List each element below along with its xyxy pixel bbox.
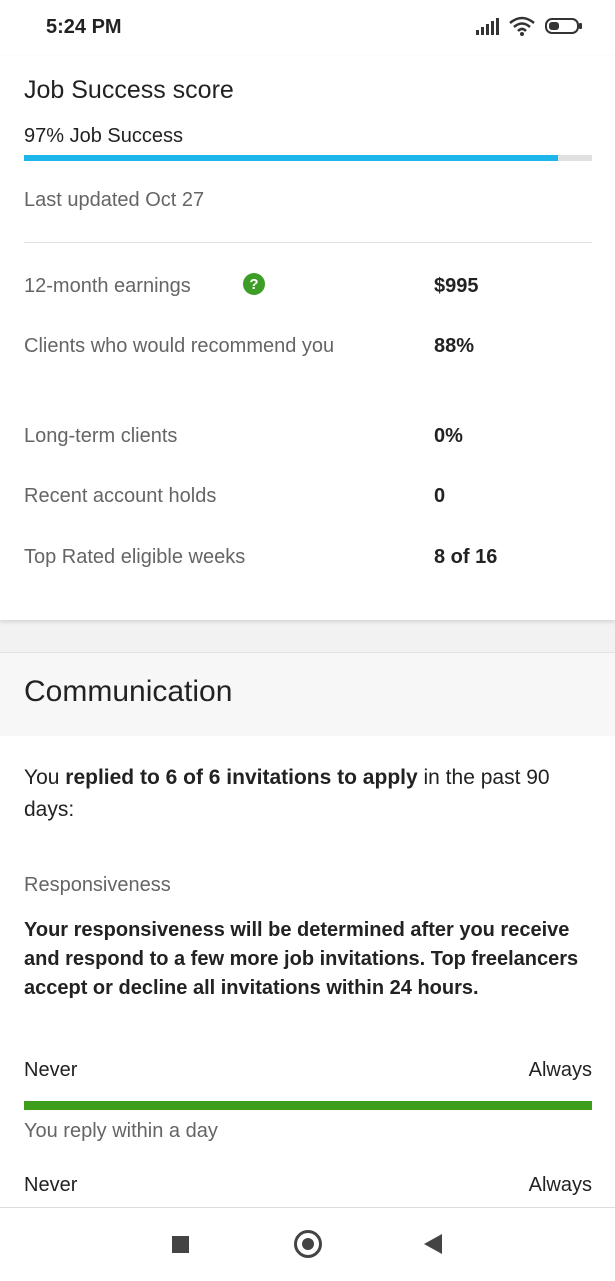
responsiveness-note: Your responsiveness will be determined a… bbox=[24, 919, 579, 999]
communication-title: Communication bbox=[24, 675, 233, 708]
reply-speed-text: You reply within a day bbox=[24, 1120, 218, 1142]
stat-value-earnings: $995 bbox=[434, 275, 479, 297]
stat-label-earnings: 12-month earnings bbox=[24, 275, 191, 297]
job-success-title: Job Success score bbox=[24, 76, 234, 104]
replied-bold: replied to 6 of 6 invitations to apply bbox=[65, 766, 418, 789]
responsiveness-label: Responsiveness bbox=[24, 874, 171, 896]
status-icons bbox=[475, 16, 583, 36]
status-bar: 5:24 PM bbox=[0, 0, 615, 56]
communication-body: You replied to 6 of 6 invitations to app… bbox=[0, 736, 615, 1208]
recent-apps-icon[interactable] bbox=[172, 1236, 189, 1253]
divider bbox=[24, 242, 592, 243]
home-icon[interactable] bbox=[294, 1230, 322, 1258]
job-success-progress-fill bbox=[24, 155, 558, 161]
job-success-card: Job Success score 97% Job Success Last u… bbox=[0, 56, 615, 620]
job-success-score: 97% Job Success bbox=[24, 125, 183, 147]
reply-speed-bar bbox=[24, 1101, 592, 1110]
last-updated: Last updated Oct 27 bbox=[24, 189, 205, 211]
stat-value-long-term: 0% bbox=[434, 425, 463, 447]
back-icon[interactable] bbox=[424, 1234, 442, 1254]
stat-value-recommend: 88% bbox=[434, 335, 475, 357]
stat-label-account-holds: Recent account holds bbox=[24, 485, 217, 507]
scale2-min-label: Never bbox=[24, 1174, 78, 1196]
navigation-bar bbox=[0, 1207, 615, 1281]
status-time: 5:24 PM bbox=[46, 16, 122, 38]
help-icon[interactable]: ? bbox=[243, 273, 265, 295]
communication-header: Communication bbox=[0, 652, 615, 737]
stat-label-long-term: Long-term clients bbox=[24, 425, 178, 447]
stat-label-recommend: Clients who would recommend you bbox=[24, 335, 335, 357]
signal-icon bbox=[476, 18, 499, 35]
home-icon-inner bbox=[302, 1238, 314, 1250]
scale-min-label: Never bbox=[24, 1059, 78, 1081]
battery-icon bbox=[545, 18, 582, 34]
stat-value-top-rated: 8 of 16 bbox=[434, 546, 498, 568]
stat-label-top-rated: Top Rated eligible weeks bbox=[24, 546, 246, 568]
job-success-progress bbox=[24, 155, 592, 161]
invitations-replied-text: You replied to 6 of 6 invitations to app… bbox=[24, 762, 594, 826]
wifi-icon bbox=[509, 16, 535, 36]
stat-value-account-holds: 0 bbox=[434, 485, 446, 507]
scale-max-label: Always bbox=[528, 1059, 592, 1081]
replied-prefix: You bbox=[24, 766, 66, 789]
scale2-max-label: Always bbox=[528, 1174, 592, 1196]
